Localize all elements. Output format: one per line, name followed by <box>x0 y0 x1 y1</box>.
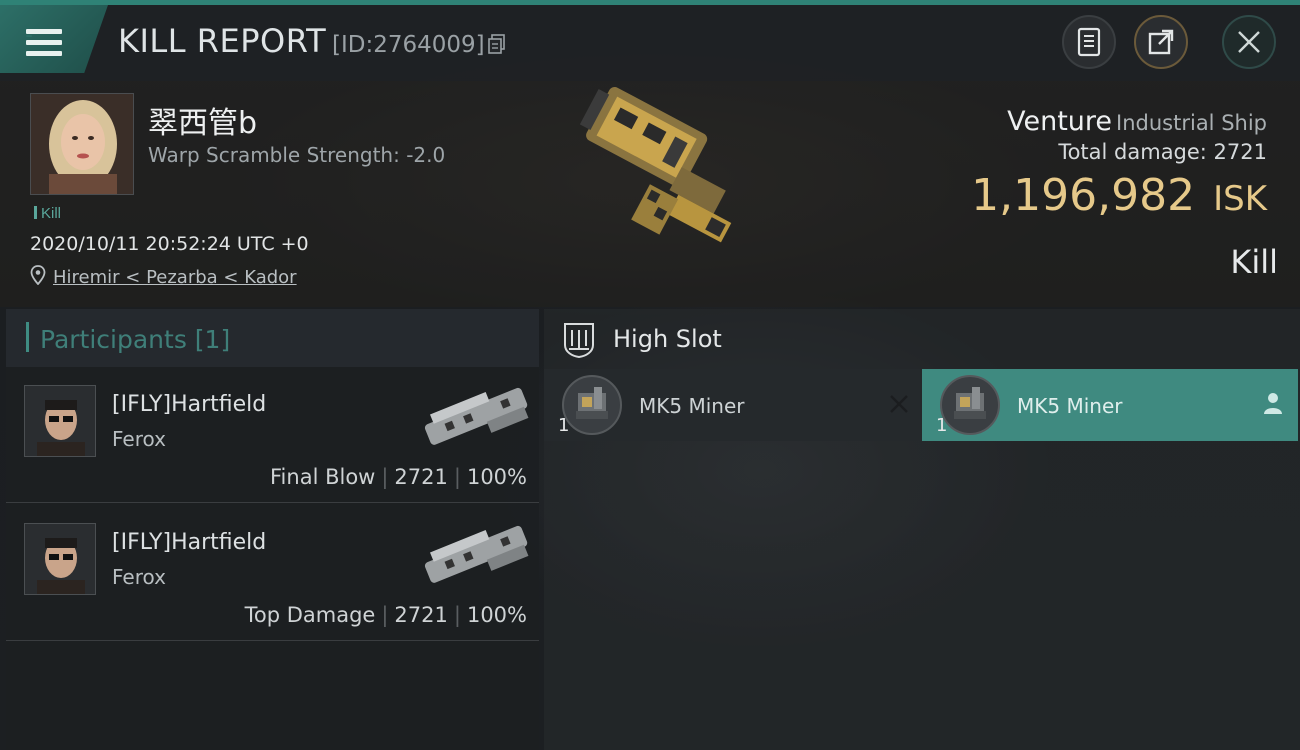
ferox-ship-image <box>424 387 529 445</box>
kill-result: Kill <box>1230 243 1278 281</box>
hamburger-icon <box>26 29 62 57</box>
close-button[interactable] <box>1222 15 1276 69</box>
participant-damage: 2721 <box>394 603 448 627</box>
ferox-ship-image <box>424 525 529 583</box>
participant-percent: 100% <box>466 603 527 627</box>
module-item[interactable]: 1 MK5 Miner <box>922 369 1298 441</box>
participants-title: Participants [1] <box>40 325 231 354</box>
isk-unit: ISK <box>1213 179 1267 219</box>
close-icon <box>1238 31 1260 53</box>
destroyed-x-icon <box>890 395 908 413</box>
total-damage: Total damage: 2721 <box>1058 140 1267 164</box>
participant-percent: 100% <box>466 465 527 489</box>
ship-class: Industrial Ship <box>1116 111 1267 135</box>
miner-module-icon <box>562 375 622 435</box>
participant-row[interactable]: [IFLY]Hartfield Ferox Top Damage | 2721 | 10… <box>6 505 539 641</box>
module-quantity: 1 <box>936 415 948 436</box>
participant-ship: Ferox <box>112 565 166 589</box>
participant-role: Top Damage <box>244 603 376 627</box>
module-name: MK5 Miner <box>1017 394 1123 418</box>
location-link[interactable]: Hiremir < Pezarba < Kador <box>53 267 297 288</box>
report-id: [ID:2764009] <box>332 32 485 58</box>
share-button[interactable] <box>1134 15 1188 69</box>
miner-module-icon <box>940 375 1000 435</box>
participant-damage: 2721 <box>394 465 448 489</box>
location-pin-icon <box>30 265 46 285</box>
share-icon <box>1148 29 1174 55</box>
report-button[interactable] <box>1062 15 1116 69</box>
isk-value: 1,196,982 <box>971 170 1196 221</box>
isk-value-row: 1,196,982 ISK <box>971 170 1267 221</box>
participant-avatar <box>24 385 96 457</box>
participant-name: [IFLY]Hartfield <box>112 530 267 555</box>
participant-name: [IFLY]Hartfield <box>112 392 267 417</box>
victim-name[interactable]: 翠西管b <box>148 98 257 142</box>
warp-scramble-strength: Warp Scramble Strength: -2.0 <box>148 143 446 167</box>
venture-ship-image <box>579 86 732 243</box>
module-item[interactable]: 1 MK5 Miner <box>544 369 920 441</box>
module-name: MK5 Miner <box>639 394 745 418</box>
participant-ship: Ferox <box>112 427 166 451</box>
ship-name[interactable]: Venture <box>1007 106 1112 137</box>
participants-accent-bar <box>26 322 29 352</box>
ship-name-line: Venture Industrial Ship <box>1007 106 1267 137</box>
kill-datetime: 2020/10/11 20:52:24 UTC +0 <box>30 233 309 255</box>
participant-role: Final Blow <box>270 465 376 489</box>
participant-stats: Top Damage | 2721 | 100% <box>244 603 527 627</box>
high-slot-icon <box>564 323 594 359</box>
kill-tag: Kill <box>34 205 61 222</box>
participant-row[interactable]: [IFLY]Hartfield Ferox Final Blow | 2721 | 10… <box>6 367 539 503</box>
module-quantity: 1 <box>558 415 570 436</box>
person-icon <box>1264 393 1282 414</box>
copy-icon[interactable] <box>488 34 506 54</box>
victim-portrait[interactable] <box>30 93 134 195</box>
participant-avatar <box>24 523 96 595</box>
page-title: KILL REPORT <box>118 22 327 60</box>
document-icon <box>1077 27 1101 57</box>
participant-stats: Final Blow | 2721 | 100% <box>270 465 527 489</box>
slot-title: High Slot <box>613 325 722 353</box>
